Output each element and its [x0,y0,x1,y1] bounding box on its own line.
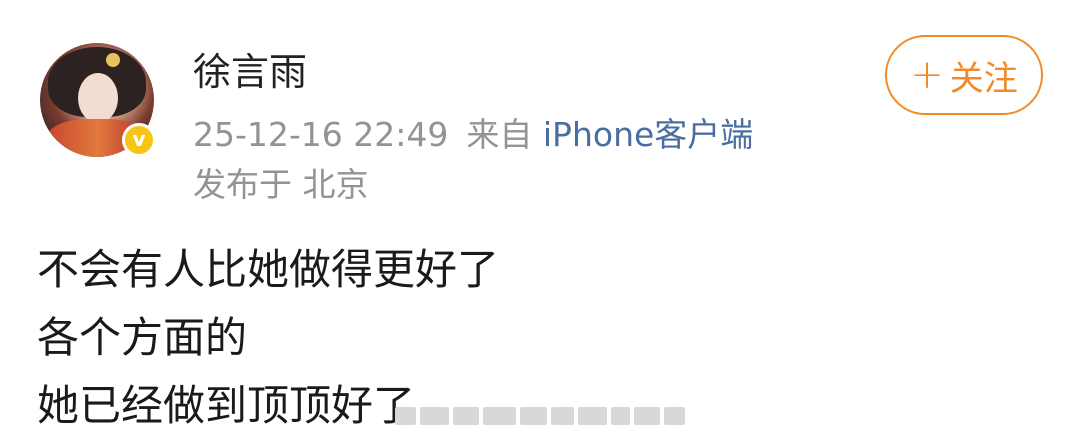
post-meta: 25-12-16 22:49 来自 iPhone客户端 [193,114,753,156]
content-line: 不会有人比她做得更好了 [37,245,500,294]
username[interactable]: 徐言雨 [193,50,307,94]
post-location: 发布于 北京 [193,165,369,204]
follow-button[interactable]: + 关注 [885,35,1043,115]
weibo-post: v 徐言雨 25-12-16 22:49 来自 iPhone客户端 发布于 北京 … [0,0,1079,439]
post-timestamp: 25-12-16 22:49 [193,115,449,154]
content-line: 各个方面的 [37,313,248,362]
avatar-container[interactable]: v [40,43,156,157]
avatar-ornament [106,53,120,67]
plus-icon: + [910,52,944,98]
post-source-link[interactable]: iPhone客户端 [543,115,753,154]
follow-label: 关注 [949,58,1018,99]
from-label: 来自 [466,115,533,154]
blurred-watermark [395,405,685,427]
avatar-face [78,73,118,123]
verified-badge-icon: v [122,123,156,157]
